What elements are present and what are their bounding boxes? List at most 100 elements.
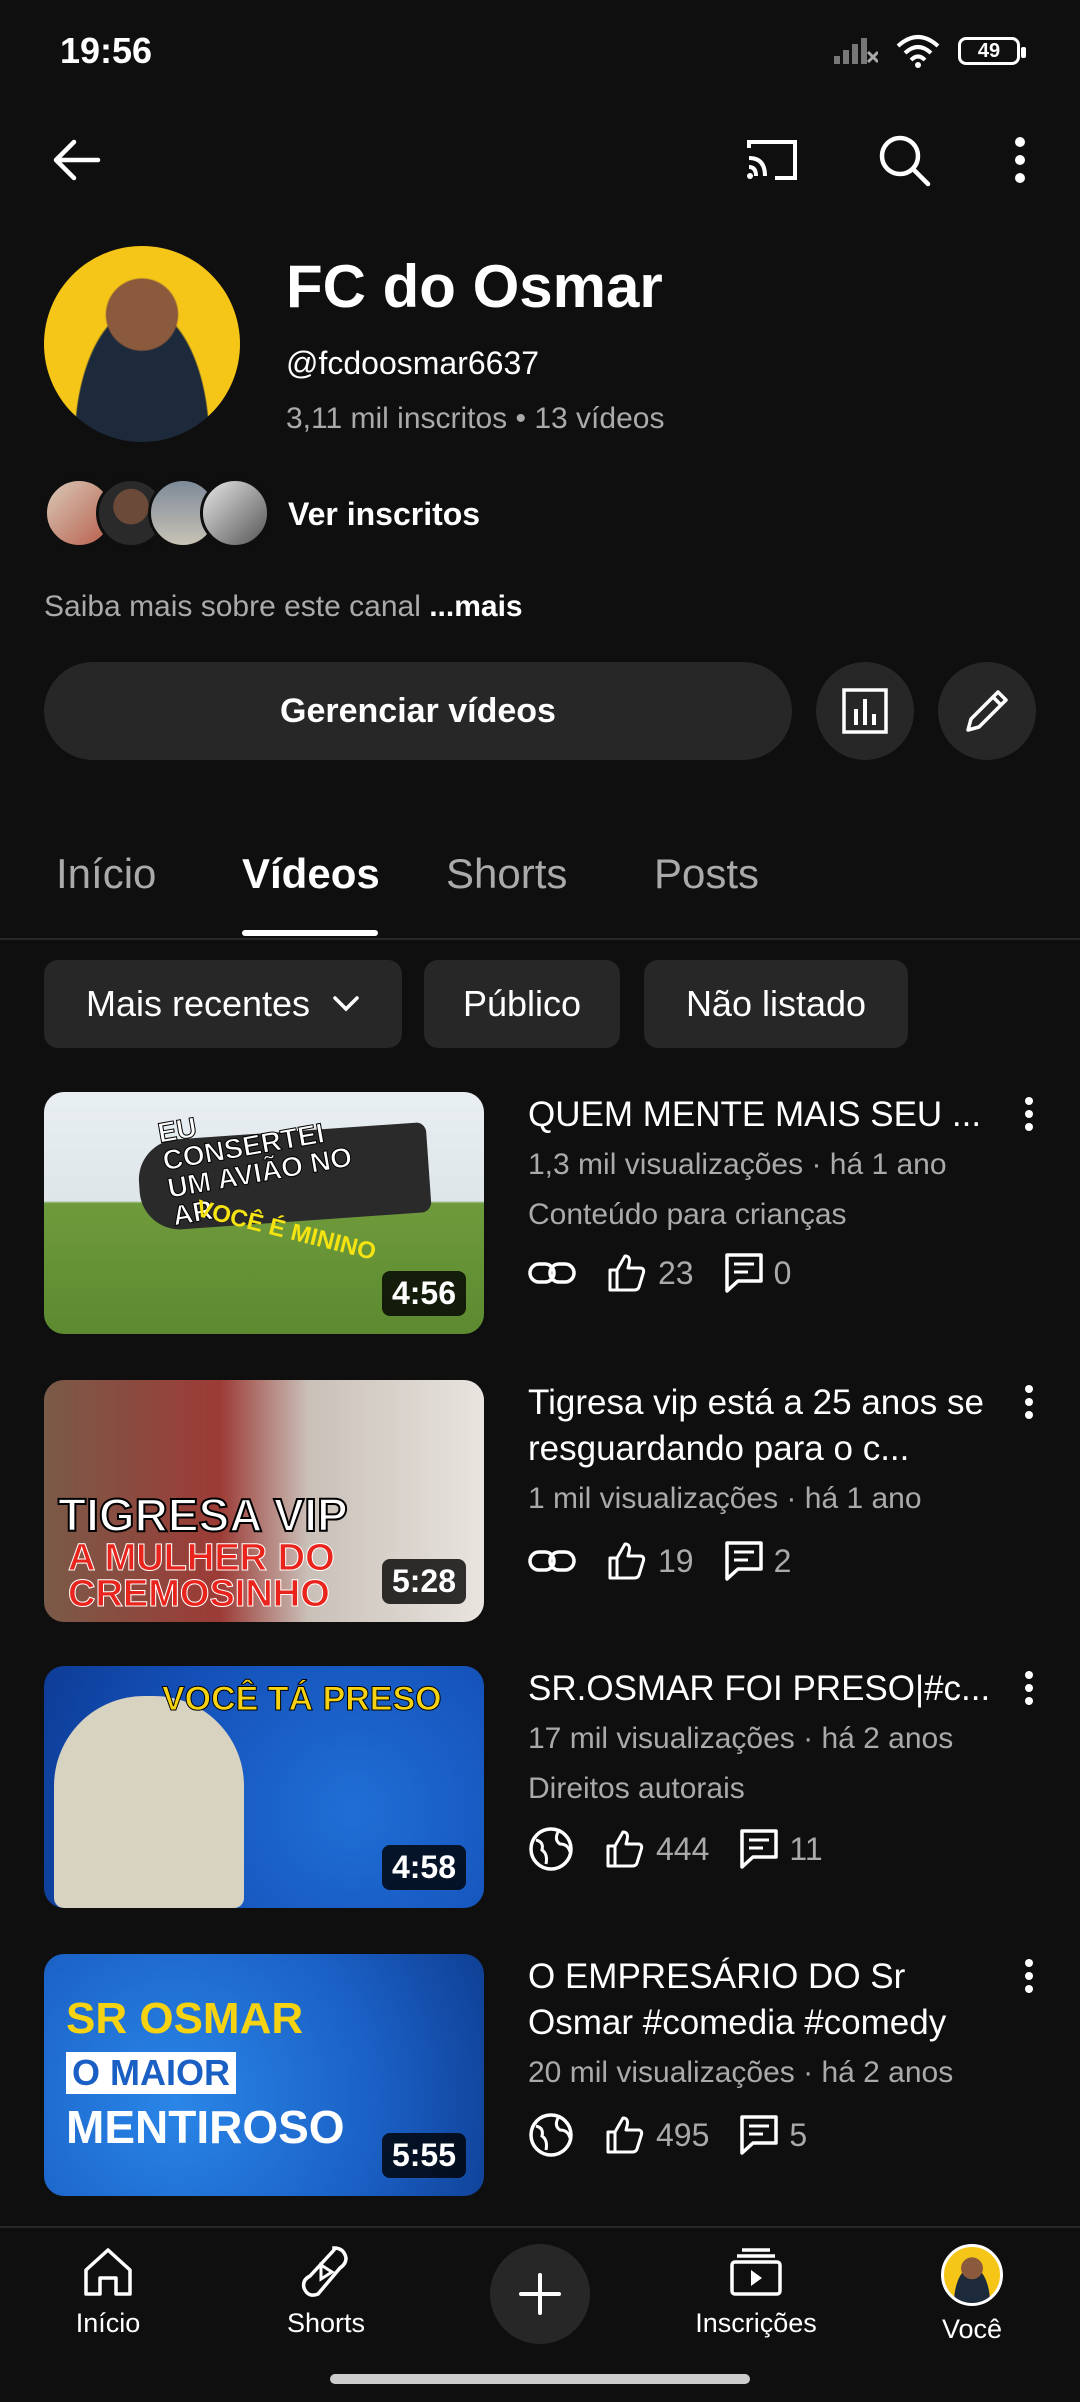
likes: 444: [604, 1828, 709, 1870]
video-thumbnail[interactable]: VOCÊ TÁ PRESO 4:58: [44, 1666, 484, 1908]
video-thumbnail[interactable]: TIGRESA VIP A MULHER DO CREMOSINHO 5:28: [44, 1380, 484, 1622]
cast-button[interactable]: [740, 128, 804, 192]
more-options-button[interactable]: [988, 128, 1052, 192]
public-filter-chip[interactable]: Público: [424, 960, 620, 1048]
video-thumbnail[interactable]: SR OSMAR O MAIOR MENTIROSO 5:55: [44, 1954, 484, 2196]
video-duration: 5:28: [381, 1559, 466, 1604]
analytics-icon: [842, 688, 888, 734]
comments: 5: [739, 2114, 807, 2156]
nav-home-label: Início: [75, 2308, 141, 2338]
channel-about[interactable]: Saiba mais sobre este canal ...mais: [44, 590, 523, 624]
video-item[interactable]: VOCÊ TÁ PRESO 4:58 SR.OSMAR FOI PRESO|#c…: [0, 1666, 1080, 1916]
thumbs-up-icon: [608, 1254, 646, 1292]
gesture-bar: [330, 2374, 750, 2384]
plus-icon: [519, 2273, 561, 2315]
subscriptions-icon: [730, 2248, 782, 2296]
battery-indicator: 49: [958, 37, 1026, 65]
video-duration: 4:58: [381, 1845, 466, 1890]
back-button[interactable]: [44, 128, 108, 192]
video-meta: 1 mil visualizações · há 1 ano: [528, 1482, 922, 1515]
visibility-status[interactable]: [528, 1826, 574, 1872]
video-more-button[interactable]: [1024, 1958, 1044, 1998]
tab-videos[interactable]: Vídeos: [242, 850, 380, 898]
nav-home[interactable]: Início: [28, 2244, 188, 2339]
visibility-status[interactable]: [528, 1259, 576, 1287]
nav-you[interactable]: Você: [892, 2244, 1052, 2345]
more-vertical-icon: [1015, 137, 1025, 183]
like-count: 23: [658, 1254, 694, 1291]
video-actions: 19 2: [528, 1540, 821, 1582]
comment-count: 2: [773, 1542, 792, 1579]
comment-icon: [724, 1541, 763, 1581]
cast-icon: [747, 140, 797, 180]
thumbs-up-icon: [606, 1830, 644, 1868]
comment-icon: [724, 1253, 763, 1293]
channel-handle: @fcdoosmar6637: [286, 345, 540, 381]
nav-subscriptions-label: Inscrições: [695, 2308, 817, 2338]
visibility-status[interactable]: [528, 1547, 576, 1575]
unlisted-filter-chip[interactable]: Não listado: [644, 960, 908, 1048]
shorts-icon: [301, 2246, 348, 2297]
video-more-button[interactable]: [1024, 1384, 1044, 1424]
tab-posts[interactable]: Posts: [654, 850, 759, 898]
search-button[interactable]: [872, 128, 936, 192]
channel-avatar[interactable]: [44, 246, 240, 442]
comment-count: 0: [773, 1254, 792, 1291]
globe-icon: [529, 1827, 573, 1871]
subscriber-avatars[interactable]: [44, 478, 270, 550]
create-button[interactable]: [490, 2244, 590, 2344]
video-title[interactable]: Tigresa vip está a 25 anos se resguardan…: [528, 1380, 1008, 1472]
comment-count: 5: [789, 2116, 808, 2153]
video-thumbnail[interactable]: EU CONSERTEI UM AVIÃO NO AR VOCÊ É MININ…: [44, 1092, 484, 1334]
tab-inicio[interactable]: Início: [56, 850, 156, 898]
view-subscribers-link[interactable]: Ver inscritos: [288, 496, 480, 533]
video-title[interactable]: QUEM MENTE MAIS SEU ...: [528, 1092, 1008, 1138]
video-restriction: Direitos autorais: [528, 1772, 745, 1805]
video-actions: 495 5: [528, 2112, 837, 2158]
nav-you-label: Você: [941, 2314, 1003, 2344]
wifi-icon: [896, 35, 940, 68]
link-icon: [528, 1262, 576, 1284]
pencil-icon: [966, 690, 1008, 732]
signal-icon: [834, 38, 878, 64]
more-vertical-icon: [1025, 1959, 1033, 1993]
video-title[interactable]: O EMPRESÁRIO DO Sr Osmar #comedia #comed…: [528, 1954, 1008, 2046]
thumbs-up-icon: [606, 2116, 644, 2154]
more-vertical-icon: [1025, 1097, 1033, 1131]
about-more-link[interactable]: ...mais: [429, 590, 522, 623]
video-item[interactable]: TIGRESA VIP A MULHER DO CREMOSINHO 5:28 …: [0, 1380, 1080, 1630]
video-actions: 23 0: [528, 1252, 821, 1294]
manage-videos-button[interactable]: Gerenciar vídeos: [44, 662, 792, 760]
channel-tabs: Início Vídeos Shorts Posts: [0, 830, 1080, 940]
video-more-button[interactable]: [1024, 1670, 1044, 1710]
nav-subscriptions[interactable]: Inscrições: [676, 2244, 836, 2339]
home-icon: [84, 2248, 132, 2296]
tab-shorts[interactable]: Shorts: [446, 850, 567, 898]
analytics-button[interactable]: [816, 662, 914, 760]
video-meta: 1,3 mil visualizações · há 1 ano: [528, 1148, 947, 1181]
video-more-button[interactable]: [1024, 1096, 1044, 1136]
comments: 0: [724, 1252, 792, 1294]
likes: 495: [604, 2114, 709, 2156]
edit-channel-button[interactable]: [938, 662, 1036, 760]
likes: 19: [606, 1540, 694, 1582]
visibility-status[interactable]: [528, 2112, 574, 2158]
video-title[interactable]: SR.OSMAR FOI PRESO|#c...: [528, 1666, 1008, 1712]
globe-icon: [529, 2113, 573, 2157]
about-text: Saiba mais sobre este canal: [44, 590, 430, 623]
more-vertical-icon: [1025, 1671, 1033, 1705]
video-item[interactable]: SR OSMAR O MAIOR MENTIROSO 5:55 O EMPRES…: [0, 1954, 1080, 2204]
thumbnail-text: SR OSMAR: [66, 1994, 304, 2043]
channel-stats: 3,11 mil inscritos • 13 vídeos: [286, 402, 665, 435]
thumbnail-text: O MAIOR: [66, 2052, 236, 2094]
sort-chip[interactable]: Mais recentes: [44, 960, 402, 1048]
like-count: 444: [656, 1830, 710, 1867]
video-duration: 4:56: [381, 1271, 466, 1316]
subscriber-avatar: [200, 478, 270, 548]
video-item[interactable]: EU CONSERTEI UM AVIÃO NO AR VOCÊ É MININ…: [0, 1092, 1080, 1342]
comment-icon: [740, 2115, 779, 2155]
thumbnail-text: VOCÊ TÁ PRESO: [162, 1680, 443, 1719]
thumbs-up-icon: [608, 1542, 646, 1580]
status-icons: 49: [832, 34, 1026, 68]
nav-shorts[interactable]: Shorts: [246, 2244, 406, 2339]
